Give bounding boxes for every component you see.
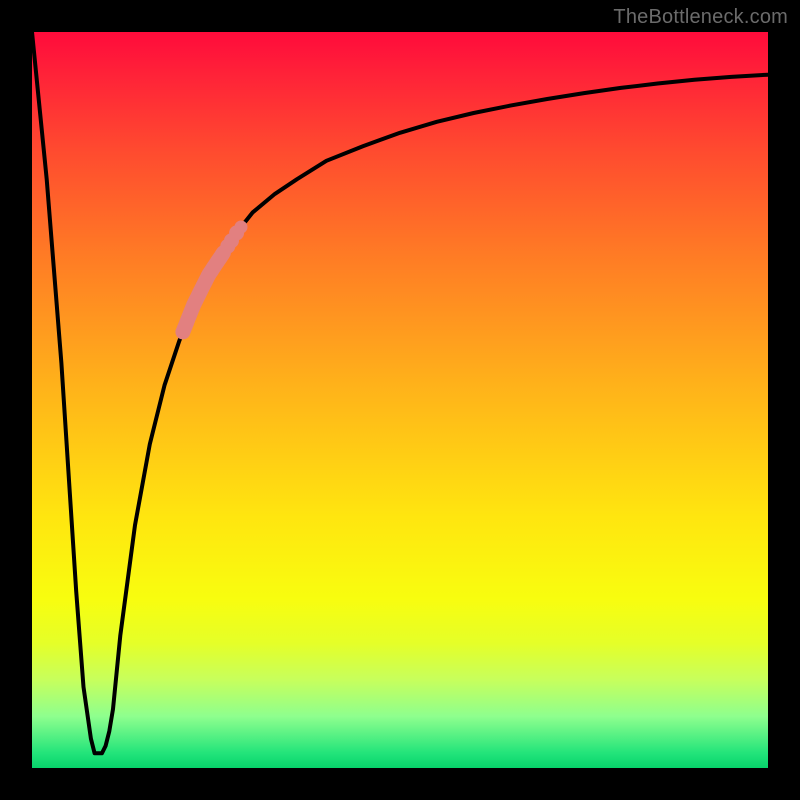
watermark-text: TheBottleneck.com	[613, 6, 788, 29]
curve-layer	[32, 32, 768, 768]
chart-frame: TheBottleneck.com	[0, 0, 800, 800]
dot-cluster	[175, 221, 247, 340]
plot-area	[32, 32, 768, 768]
bottleneck-curve	[32, 32, 768, 753]
data-dot	[235, 221, 248, 234]
